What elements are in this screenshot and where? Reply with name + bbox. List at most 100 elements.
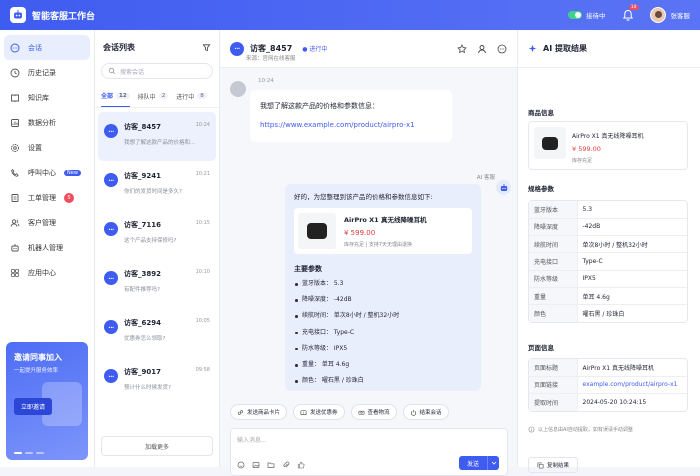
product-card[interactable]: AirPro X1 真无线降噪耳机 ¥ 599.00 库存充足 | 支持7天无理…: [294, 208, 472, 254]
earbuds-image: [534, 127, 566, 159]
sidebar-item-label: 设置: [28, 143, 42, 152]
send-button[interactable]: 发送: [459, 456, 487, 470]
last-message: 你们的发货时间是多久?: [124, 189, 182, 195]
end-session-button[interactable]: 结束会话: [402, 404, 449, 420]
sidebar-item-robots[interactable]: 机器人管理: [4, 235, 90, 260]
chart-icon: [11, 118, 19, 127]
sidebar-item-chat[interactable]: 会话: [4, 35, 90, 60]
spec-value: 5.3: [577, 201, 687, 219]
spec-value: 单次8小时 / 整机32小时: [577, 235, 687, 254]
sidebar-item-call-center[interactable]: 呼叫中心 New: [4, 160, 90, 185]
search-input[interactable]: 搜索会话: [101, 63, 213, 79]
sidebar: 会话 历史记录 知识库 数据分析 设置 呼叫中心 New 工单管理 5 客户管理…: [0, 30, 95, 467]
last-message: 优惠券怎么领取?: [124, 336, 166, 342]
spec-table: 蓝牙版本 5.3 降噪深度 -42dB 续航时间 单次8小时 / 整机32小时 充电接…: [528, 200, 688, 324]
last-message: 预计什么时候发货?: [124, 385, 171, 391]
list-item[interactable]: 访客_9017预计什么时候发货? 09:58: [98, 357, 216, 406]
attachment-icon[interactable]: [282, 461, 290, 469]
table-row: 充电接口 Type-C: [529, 252, 687, 271]
spec-section-title: 规格参数: [528, 185, 554, 193]
copy-result-button[interactable]: 复制结果: [528, 457, 579, 473]
chevron-down-icon: [491, 461, 496, 465]
visitor-avatar-icon: [104, 369, 118, 383]
visitor-avatar-icon: [230, 41, 244, 56]
sidebar-item-settings[interactable]: 设置: [4, 135, 90, 160]
message-time: 10:21: [195, 171, 210, 177]
invite-button[interactable]: 立即邀请: [14, 398, 53, 415]
product-link[interactable]: https://www.example.com/product/airpro-x…: [260, 121, 415, 129]
list-item[interactable]: 访客_7116这个产品支持保修吗? 10:15: [98, 210, 216, 259]
apps-icon: [11, 268, 19, 277]
spec-key: 蓝牙版本: [529, 201, 578, 219]
more-icon[interactable]: [497, 44, 507, 54]
tab-in-progress[interactable]: 进行中 8: [176, 91, 207, 107]
message-time: 10:15: [195, 220, 210, 226]
page-link[interactable]: example.com/product/airpro-x1: [577, 376, 687, 395]
sidebar-item-history[interactable]: 历史记录: [4, 60, 90, 85]
filter-icon[interactable]: [202, 43, 211, 52]
sidebar-item-label: 历史记录: [28, 68, 56, 77]
send-product-card-button[interactable]: 发送商品卡片: [230, 404, 288, 420]
table-row: 续航时间 单次8小时 / 整机32小时: [529, 235, 687, 254]
tab-count: 12: [116, 92, 130, 99]
product-note: 库存充足 | 支持7天无理由退换: [344, 242, 413, 248]
sidebar-item-tickets[interactable]: 工单管理 5: [4, 185, 90, 210]
ai-sender-label: AI 客服: [476, 175, 495, 181]
load-more-button[interactable]: 加载更多: [101, 436, 213, 456]
param-item: 降噪深度： -42dB: [294, 292, 472, 308]
table-row: 防水等级 IPX5: [529, 270, 687, 288]
page-key: 提取时间: [529, 393, 578, 411]
star-icon[interactable]: [457, 43, 467, 54]
tab-all[interactable]: 全部 12: [101, 91, 130, 107]
message-input[interactable]: 输入消息... 发送: [230, 428, 508, 476]
send-coupon-button[interactable]: 发送优惠券: [293, 404, 345, 420]
user-profile-icon[interactable]: [477, 44, 487, 54]
conversation-items: 访客_8457我想了解这款产品的价格和... 10:24 访客_9241你们的发…: [95, 108, 219, 406]
spec-key: 降噪深度: [529, 218, 578, 237]
send-button-group: 发送: [459, 456, 499, 470]
username: 张客服: [670, 12, 691, 20]
visitor-avatar-icon: [104, 222, 118, 236]
spec-key: 续航时间: [529, 235, 578, 254]
image-icon[interactable]: [252, 461, 260, 469]
table-row: 降噪深度 -42dB: [529, 218, 687, 237]
user-menu[interactable]: 张客服: [649, 7, 691, 23]
goods-section-title: 商品信息: [528, 109, 554, 117]
status-toggle[interactable]: [568, 11, 582, 19]
search-icon: [108, 67, 116, 75]
list-item[interactable]: 访客_8457我想了解这款产品的价格和... 10:24: [98, 112, 216, 161]
folder-icon[interactable]: [267, 461, 275, 469]
notification-bell-icon[interactable]: 10: [622, 5, 639, 21]
quick-action-label: 发送优惠券: [310, 410, 338, 416]
sidebar-item-customers[interactable]: 客户管理: [4, 210, 90, 235]
quick-action-label: 结束会话: [419, 410, 442, 416]
sidebar-item-analytics[interactable]: 数据分析: [4, 110, 90, 135]
list-item[interactable]: 访客_3892有配件推荐吗? 10:10: [98, 259, 216, 308]
visitor-message-bubble: 我想了解这款产品的价格和参数信息： https://www.example.co…: [250, 90, 452, 142]
conversation-list-title: 会话列表: [103, 43, 135, 52]
message-time: 10:05: [195, 318, 210, 324]
view-logistics-button[interactable]: 查看物流: [350, 404, 397, 420]
phone-icon: [11, 168, 19, 177]
sidebar-item-apps[interactable]: 应用中心: [4, 260, 90, 285]
status-label: 接待中: [586, 12, 606, 20]
emoji-icon[interactable]: [237, 461, 245, 469]
promo-carousel-dots[interactable]: [14, 452, 44, 454]
sidebar-item-knowledge[interactable]: 知识库: [4, 85, 90, 110]
goods-price: ¥ 599.00: [572, 145, 601, 153]
reception-status[interactable]: 接待中: [568, 10, 606, 20]
sidebar-item-label: 工单管理: [28, 193, 56, 202]
spec-key: 颜色: [529, 304, 578, 323]
tab-queued[interactable]: 排队中 2: [138, 91, 169, 107]
send-options-button[interactable]: [487, 456, 499, 470]
spec-value: 单耳 4.6g: [577, 287, 687, 306]
table-row: 页面链接 example.com/product/airpro-x1: [529, 376, 687, 395]
list-item[interactable]: 访客_9241你们的发货时间是多久? 10:21: [98, 161, 216, 210]
info-icon: [528, 426, 535, 433]
gear-icon: [11, 143, 19, 152]
app-title: 智能客服工作台: [32, 11, 96, 22]
product-name: AirPro X1 真无线降噪耳机: [344, 216, 427, 224]
list-item[interactable]: 访客_6294优惠券怎么领取? 10:05: [98, 308, 216, 357]
thumbs-up-icon[interactable]: [297, 461, 305, 469]
message-placeholder: 输入消息...: [237, 437, 267, 444]
